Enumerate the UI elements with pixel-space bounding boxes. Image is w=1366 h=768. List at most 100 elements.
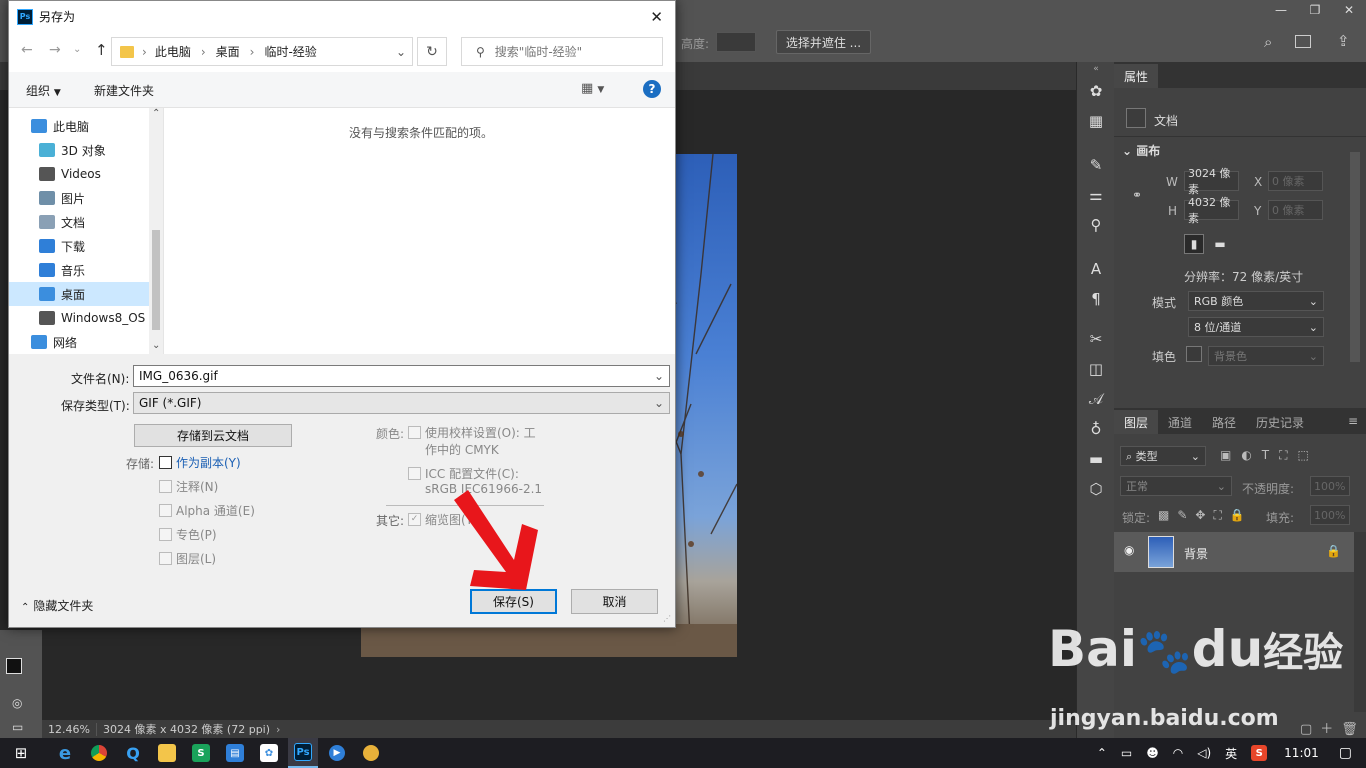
height-input[interactable]: 4032 像素 <box>1184 196 1239 225</box>
chevron-down-icon[interactable]: ⌄ <box>654 369 664 383</box>
layer-actions-icons[interactable]: ▢＋🗑 <box>1300 718 1366 737</box>
search-field[interactable]: ⚲ 搜索"临时-经验" <box>461 37 663 66</box>
brush-icon[interactable]: ✎ <box>1077 150 1115 180</box>
link-icon[interactable]: ⚭ <box>1132 188 1142 202</box>
workspace-icon[interactable] <box>1295 35 1311 48</box>
forward-arrow-icon[interactable]: → <box>49 42 61 58</box>
tray-overflow-icon[interactable]: ⌃ <box>1097 746 1107 760</box>
character-icon[interactable]: A <box>1077 254 1115 284</box>
gradient-icon[interactable]: ▬ <box>1077 444 1115 474</box>
fill-color-swatch[interactable] <box>1186 346 1202 362</box>
tab-properties[interactable]: 属性 <box>1114 64 1159 88</box>
nav-item[interactable]: 图片 <box>9 186 149 210</box>
restore-button[interactable]: ❐ <box>1298 0 1332 20</box>
clone-source-icon[interactable]: ⚲ <box>1077 210 1115 240</box>
tab-layers[interactable]: 图层 <box>1114 410 1159 434</box>
screen-mode-icon[interactable]: ▭ <box>12 720 23 734</box>
nav-item[interactable]: 3D 对象 <box>9 138 149 162</box>
clock-time[interactable]: 11:01 <box>1284 746 1319 760</box>
help-icon[interactable]: ? <box>643 80 661 98</box>
paragraph-icon[interactable]: ¶ <box>1077 284 1115 314</box>
layers-scrollbar[interactable] <box>1354 532 1366 712</box>
landscape-orientation-button[interactable]: ▬ <box>1210 234 1230 254</box>
panel-menu-icon[interactable]: ≡ <box>1340 414 1366 434</box>
taskbar-qq-browser[interactable]: Q <box>118 738 148 768</box>
file-list[interactable]: 没有与搜索条件匹配的项。 <box>164 108 675 354</box>
properties-scrollbar[interactable] <box>1350 152 1360 362</box>
nav-item[interactable]: 此电脑 <box>9 114 149 138</box>
tab-history[interactable]: 历史记录 <box>1246 410 1314 434</box>
taskbar-file-explorer[interactable] <box>152 738 182 768</box>
resize-grip-icon[interactable]: ⋰ <box>663 614 671 623</box>
fill-select[interactable]: 背景色 ⌄ <box>1208 346 1324 366</box>
chevron-down-icon[interactable]: ⌄ <box>152 340 160 351</box>
back-arrow-icon[interactable]: ← <box>21 42 33 58</box>
save-to-cloud-button[interactable]: 存储到云文档 <box>134 424 292 447</box>
address-bar[interactable]: › 此电脑 › 桌面 › 临时-经验 ⌄ <box>111 37 413 66</box>
nav-item[interactable]: 文档 <box>9 210 149 234</box>
width-input[interactable]: 3024 像素 <box>1184 167 1239 196</box>
taskbar-chrome[interactable] <box>84 738 114 768</box>
checkbox[interactable] <box>159 456 172 469</box>
blend-mode-select[interactable]: 正常 ⌄ <box>1120 476 1232 496</box>
new-folder-button[interactable]: 新建文件夹 <box>94 82 154 99</box>
tab-paths[interactable]: 路径 <box>1202 410 1246 434</box>
view-options-icon[interactable]: ▦ ▼ <box>581 81 604 96</box>
breadcrumb-desktop[interactable]: 桌面 <box>216 43 240 60</box>
nav-item[interactable]: 网络 <box>9 330 149 354</box>
select-and-mask-button[interactable]: 选择并遮住 ... <box>776 30 871 54</box>
organize-menu[interactable]: 组织 ▼ <box>26 82 61 99</box>
cancel-button[interactable]: 取消 <box>571 589 658 614</box>
wifi-icon[interactable]: ◠ <box>1173 746 1183 760</box>
breadcrumb-this-pc[interactable]: 此电脑 <box>155 43 191 60</box>
taskbar-media-player[interactable]: ▶ <box>322 738 352 768</box>
recent-chevron-icon[interactable]: ⌄ <box>73 44 81 55</box>
nav-scrollbar[interactable]: ⌃ ⌄ <box>149 108 163 354</box>
chevron-right-icon[interactable]: › <box>276 723 280 736</box>
collapse-icon[interactable]: « <box>1077 62 1115 76</box>
filename-input[interactable]: IMG_0636.gif ⌄ <box>133 365 670 387</box>
ime-indicator[interactable]: 英 <box>1225 745 1237 762</box>
opacity-input[interactable]: 100% <box>1310 476 1350 496</box>
zoom-level[interactable]: 12.46% <box>42 722 97 736</box>
fill-input[interactable]: 100% <box>1310 505 1350 525</box>
up-arrow-icon[interactable]: ↑ <box>95 41 108 59</box>
layer-row[interactable]: ◉ 背景 🔒 <box>1114 532 1354 572</box>
qq-icon[interactable]: ☻ <box>1146 746 1159 760</box>
close-window-button[interactable]: ✕ <box>1332 0 1366 20</box>
y-input[interactable]: 0 像素 <box>1268 200 1323 220</box>
breadcrumb-folder[interactable]: 临时-经验 <box>264 43 316 60</box>
swatches-grid-icon[interactable]: ▦ <box>1077 106 1115 136</box>
lock-icons[interactable]: ▩✎✥⛶🔒 <box>1158 508 1253 523</box>
chevron-up-icon[interactable]: ⌃ <box>152 108 160 119</box>
tools-icon[interactable]: ✂ <box>1077 324 1115 354</box>
layer-filter-icons[interactable]: ▣◐T⛶⬚ <box>1220 448 1319 463</box>
hide-folders-toggle[interactable]: ⌃ 隐藏文件夹 <box>21 597 93 614</box>
nav-item[interactable]: 桌面 <box>9 282 149 306</box>
mode-select[interactable]: RGB 颜色 ⌄ <box>1188 291 1324 311</box>
search-icon[interactable]: ⌕ <box>1264 33 1272 51</box>
nav-item[interactable]: Videos <box>9 162 149 186</box>
3d-cube-icon[interactable]: ⬡ <box>1077 474 1115 504</box>
share-icon[interactable]: ⇪ <box>1337 32 1350 50</box>
notification-icon[interactable]: ▢ <box>1339 745 1352 761</box>
taskbar-photoshop[interactable]: Ps <box>288 738 318 768</box>
learn-bulb-icon[interactable]: ♁ <box>1077 414 1115 444</box>
adjustments-icon[interactable]: ⚌ <box>1077 180 1115 210</box>
sogou-icon[interactable]: S <box>1251 745 1268 761</box>
portrait-orientation-button[interactable]: ▮ <box>1184 234 1204 254</box>
tab-channels[interactable]: 通道 <box>1158 410 1202 434</box>
close-icon[interactable]: ✕ <box>650 8 663 26</box>
taskbar-app-6[interactable]: ▤ <box>220 738 250 768</box>
glyphs-icon[interactable]: 𝒜 <box>1077 384 1115 414</box>
canvas-section-title[interactable]: ⌄ 画布 <box>1122 142 1160 159</box>
scrollbar-thumb[interactable] <box>152 230 160 330</box>
foreground-color-swatch[interactable] <box>6 658 22 674</box>
taskbar-wps-sheets[interactable]: S <box>186 738 216 768</box>
filetype-select[interactable]: GIF (*.GIF) ⌄ <box>133 392 670 414</box>
eye-icon[interactable]: ◉ <box>1124 543 1134 557</box>
navigator-icon[interactable]: ◫ <box>1077 354 1115 384</box>
quick-mask-icon[interactable]: ◎ <box>12 696 22 710</box>
height-input[interactable] <box>716 32 756 52</box>
taskbar-app-7[interactable]: ✿ <box>254 738 284 768</box>
